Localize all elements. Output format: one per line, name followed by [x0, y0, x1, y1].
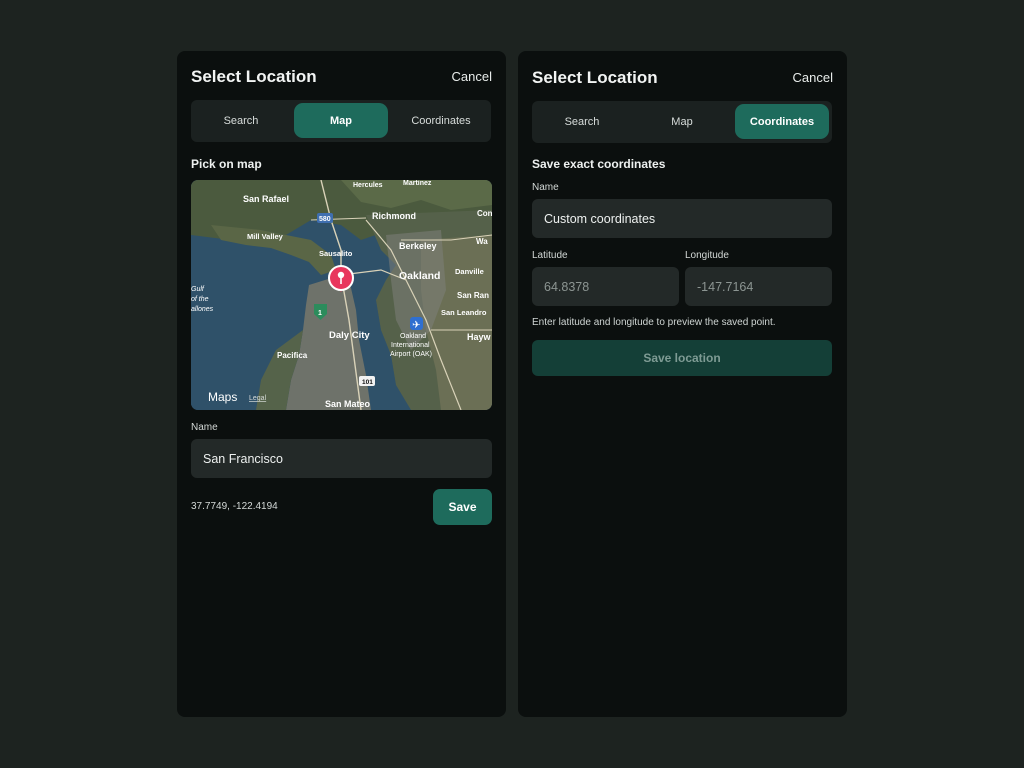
map-label: San Leandro: [441, 308, 487, 317]
tab-search[interactable]: Search: [194, 103, 288, 138]
highway-shield: 1: [318, 310, 322, 317]
map-label: Hercules: [353, 182, 383, 189]
map-label: of the: [191, 296, 209, 303]
cancel-button[interactable]: Cancel: [793, 70, 833, 85]
name-input[interactable]: San Francisco: [191, 439, 492, 478]
map-label: Gulf: [191, 286, 205, 293]
map-label: Hayw: [467, 332, 492, 342]
tab-map[interactable]: Map: [294, 103, 388, 138]
legal-link[interactable]: Legal: [249, 395, 267, 402]
save-location-button[interactable]: Save location: [532, 340, 832, 376]
map-label: Con: [477, 209, 492, 218]
save-button[interactable]: Save: [433, 489, 492, 525]
map-label: International: [391, 342, 430, 349]
map-label: San Rafael: [243, 194, 289, 204]
map-label: Oakland: [399, 270, 440, 282]
section-title: Pick on map: [191, 157, 262, 171]
map-label: San Mateo: [325, 399, 371, 409]
map-label: Pacifica: [277, 351, 308, 360]
map-label: Danville: [455, 267, 484, 276]
map-panel: Select Location Cancel Search Map Coordi…: [177, 51, 506, 717]
name-label: Name: [532, 182, 559, 193]
map-label: Sausalito: [319, 249, 353, 258]
longitude-label: Longitude: [685, 250, 729, 261]
name-input[interactable]: Custom coordinates: [532, 199, 832, 238]
map-label: Daly City: [329, 330, 370, 341]
map-label: Martinez: [403, 180, 432, 187]
map-view[interactable]: Hercules Martinez San Rafael 580 Richmon…: [191, 180, 492, 410]
svg-text:✈: ✈: [412, 320, 420, 331]
tab-coordinates[interactable]: Coordinates: [735, 104, 829, 139]
coordinates-readout: 37.7749, -122.4194: [191, 501, 278, 512]
map-label: Oakland: [400, 333, 426, 340]
tab-search[interactable]: Search: [535, 104, 629, 139]
map-label: Mill Valley: [247, 232, 284, 241]
panel-title: Select Location: [532, 68, 658, 87]
longitude-input[interactable]: -147.7164: [685, 267, 832, 306]
helper-text: Enter latitude and longitude to preview …: [532, 317, 776, 328]
section-title: Save exact coordinates: [532, 157, 666, 171]
cancel-button[interactable]: Cancel: [452, 69, 492, 84]
map-label: Richmond: [372, 211, 416, 221]
map-label: allones: [191, 306, 214, 313]
latitude-label: Latitude: [532, 250, 568, 261]
tab-map[interactable]: Map: [635, 104, 729, 139]
map-label: Berkeley: [399, 241, 437, 251]
map-label: Airport (OAK): [390, 351, 432, 358]
maps-brand: Maps: [208, 390, 237, 404]
panel-title: Select Location: [191, 67, 317, 86]
highway-shield: 580: [319, 216, 331, 223]
airport-icon: ✈: [410, 317, 423, 331]
mode-segmented-control: Search Map Coordinates: [532, 101, 832, 143]
map-label: Wa: [476, 237, 488, 246]
mode-segmented-control: Search Map Coordinates: [191, 100, 491, 142]
coordinates-panel: Select Location Cancel Search Map Coordi…: [518, 51, 847, 717]
map-label: San Ran: [457, 291, 489, 300]
tab-coordinates[interactable]: Coordinates: [394, 103, 488, 138]
latitude-input[interactable]: 64.8378: [532, 267, 679, 306]
highway-shield: 101: [362, 379, 373, 386]
name-label: Name: [191, 422, 218, 433]
